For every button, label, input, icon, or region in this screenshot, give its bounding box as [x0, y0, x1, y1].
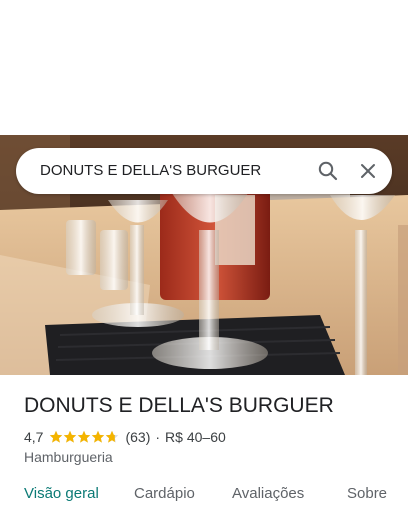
- rating-value: 4,7: [24, 429, 44, 445]
- search-bar[interactable]: DONUTS E DELLA'S BURGUER: [16, 148, 392, 194]
- separator-dot: ·: [155, 429, 161, 445]
- rating-row: 4,7 (63) · R$ 40–60: [24, 428, 226, 446]
- price-range: R$ 40–60: [165, 429, 226, 445]
- search-icon[interactable]: [316, 159, 340, 183]
- place-category[interactable]: Hamburgueria: [24, 449, 113, 465]
- rating-stars: [49, 430, 119, 444]
- place-title: DONUTS E DELLA'S BURGUER: [24, 394, 334, 417]
- review-count[interactable]: (63): [125, 429, 150, 445]
- tab-bar: Visão geral Cardápio Avaliações Sobre: [0, 485, 408, 510]
- tab-reviews[interactable]: Avaliações: [232, 485, 304, 502]
- star-icon: [64, 430, 77, 443]
- tab-about[interactable]: Sobre: [347, 485, 387, 502]
- search-query-text[interactable]: DONUTS E DELLA'S BURGUER: [40, 162, 261, 179]
- close-icon[interactable]: [356, 159, 380, 183]
- star-icon: [92, 430, 105, 443]
- star-icon: [106, 430, 119, 443]
- star-icon: [50, 430, 63, 443]
- tab-overview[interactable]: Visão geral: [24, 485, 99, 502]
- tab-menu[interactable]: Cardápio: [134, 485, 195, 502]
- star-icon: [78, 430, 91, 443]
- blank-header-area: [0, 0, 408, 135]
